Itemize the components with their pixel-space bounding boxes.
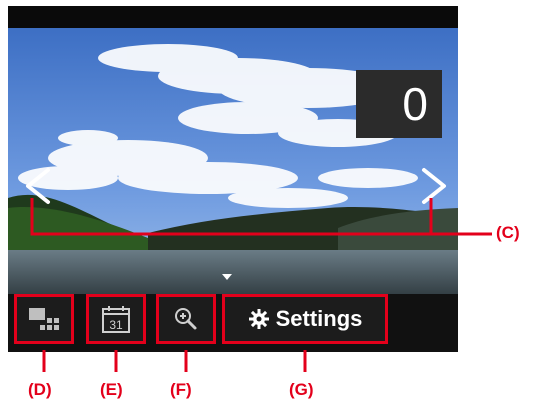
menu-pointer-icon [222,274,232,280]
top-status-bar [8,6,458,28]
photo-counter: 0 [356,70,442,138]
callout-c: (C) [496,223,520,242]
callout-f: (F) [170,380,192,399]
callout-e: (E) [100,380,123,399]
thumbnail-view-icon [29,308,59,330]
callout-d: (D) [28,380,52,399]
thumbnail-view-button[interactable] [14,294,74,344]
calendar-icon: 31 [102,306,130,333]
settings-label: Settings [275,306,363,331]
zoom-in-icon [175,308,197,330]
photo-preview [8,28,458,298]
settings-button[interactable]: Settings [222,294,388,344]
callout-g: (G) [289,380,314,399]
calendar-view-button[interactable]: 31 [86,294,146,344]
zoom-in-button[interactable] [156,294,216,344]
chevron-right-icon[interactable] [414,164,454,208]
gear-icon [248,309,269,329]
chevron-left-icon[interactable] [18,164,58,208]
calendar-day: 31 [109,318,123,332]
landscape-photo [8,28,458,298]
